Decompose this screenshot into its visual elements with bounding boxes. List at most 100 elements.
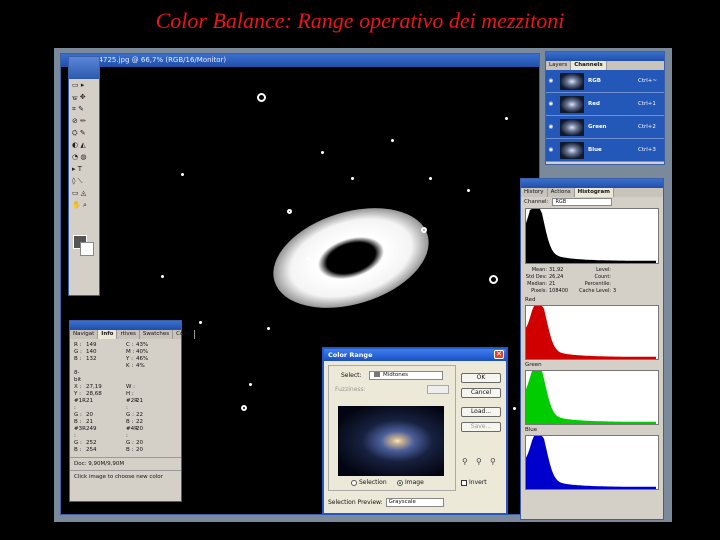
tab-layers[interactable]: Layers	[546, 61, 572, 70]
channel-row-blue[interactable]: ◉ Blue Ctrl+3	[546, 139, 664, 162]
eyedropper-plus-icon[interactable]: ⚲	[476, 457, 482, 466]
save-button[interactable]: Save...	[461, 422, 501, 432]
tab-histogram[interactable]: Histogram	[574, 188, 614, 197]
eye-icon[interactable]: ◉	[546, 147, 556, 153]
info-row: G : 140 M :40%	[74, 349, 177, 356]
eyedropper-minus-icon[interactable]: ⚲	[490, 457, 496, 466]
info-hint: Click image to choose new color	[70, 470, 181, 483]
info-cell: 20	[136, 447, 143, 453]
stat-k: Std Dev:	[525, 274, 547, 280]
info-row: K :4%	[74, 363, 177, 370]
tab-color[interactable]: Color	[173, 330, 195, 339]
toolbox-header[interactable]	[69, 57, 99, 79]
info-cell: B :	[126, 419, 134, 425]
tool-icon[interactable]: ▸ T	[72, 164, 82, 174]
tool-icon[interactable]: ⊘ ✏	[72, 116, 86, 126]
eye-icon[interactable]: ◉	[546, 124, 556, 130]
tool-row[interactable]: ▭ ▸	[69, 79, 99, 91]
ok-button[interactable]: OK	[461, 373, 501, 383]
tool-icon[interactable]: ⛭ ✎	[72, 128, 86, 138]
cancel-button[interactable]: Cancel	[461, 388, 501, 398]
tool-row[interactable]: ▸ T	[69, 163, 99, 175]
tool-icon[interactable]: ▭ ▸	[72, 80, 84, 90]
info-cell: 132	[86, 356, 97, 362]
select-label: Select:	[341, 372, 362, 379]
eyedropper-icon[interactable]: ⚲	[462, 457, 468, 466]
tab-navigator[interactable]: Navigat	[70, 330, 99, 339]
midtones-swatch-icon	[374, 372, 380, 377]
info-cell: 149	[86, 342, 97, 348]
tool-icon[interactable]: ◔ ◍	[72, 152, 86, 162]
channel-select[interactable]: RGB	[552, 198, 613, 206]
select-dropdown[interactable]: Midtones	[369, 371, 443, 380]
star	[307, 257, 310, 260]
tab-history[interactable]: History	[521, 188, 548, 197]
star-ring	[489, 275, 498, 284]
load-button[interactable]: Load...	[461, 407, 501, 417]
panel-titlebar[interactable]	[546, 52, 664, 61]
tab-actions[interactable]: Actions	[548, 188, 575, 197]
radio-image[interactable]: Image	[397, 479, 424, 486]
close-icon[interactable]: ✕	[494, 350, 504, 359]
panel-titlebar[interactable]	[521, 179, 663, 188]
info-cell: R :	[74, 342, 82, 348]
star	[161, 275, 164, 278]
color-range-dialog: Color Range ✕ Select: Midtones Fuzziness…	[322, 347, 508, 515]
invert-checkbox[interactable]: Invert	[461, 479, 487, 486]
star-ring	[287, 209, 292, 214]
info-cell: B :	[74, 356, 82, 362]
channel-row-red[interactable]: ◉ Red Ctrl+1	[546, 93, 664, 116]
info-cell: 8-bit	[74, 370, 82, 383]
info-row: B :21 B :22	[74, 419, 177, 426]
radio-selection[interactable]: Selection	[351, 479, 387, 486]
info-cell: G :	[126, 412, 134, 418]
info-cell: 40%	[136, 349, 149, 355]
tab-swatches[interactable]: Swatches	[140, 330, 174, 339]
stat-v: 31,92	[549, 267, 564, 273]
info-row: B : 132 Y :46%	[74, 356, 177, 363]
star	[513, 407, 516, 410]
tool-icon[interactable]: ✋ ⌕	[72, 200, 87, 210]
tool-row[interactable]: ▭ ◬	[69, 187, 99, 199]
tool-row[interactable]: ◊ ⟍	[69, 175, 99, 187]
info-cell: 22	[136, 419, 143, 425]
preview-select[interactable]: Grayscale	[385, 498, 444, 507]
tool-row[interactable]: ◔ ◍	[69, 151, 99, 163]
eye-icon[interactable]: ◉	[546, 101, 556, 107]
tool-row[interactable]: ⌗ ✎	[69, 103, 99, 115]
tool-icon[interactable]: ◊ ⟍	[72, 176, 83, 186]
tool-icon[interactable]: ◐ ◭	[72, 140, 86, 150]
channel-row-green[interactable]: ◉ Green Ctrl+2	[546, 116, 664, 139]
info-row: X : 27,19 W :	[74, 384, 177, 391]
tool-row[interactable]: ◐ ◭	[69, 139, 99, 151]
tool-icon[interactable]: ᚗ ✥	[72, 92, 86, 102]
info-cell: W :	[126, 384, 136, 390]
tab-info[interactable]: Info	[98, 330, 118, 339]
panel-titlebar[interactable]	[70, 321, 181, 330]
checkbox-icon	[461, 479, 467, 486]
tool-row[interactable]: ✋ ⌕	[69, 199, 99, 211]
histogram-green	[525, 370, 659, 425]
background-color-swatch[interactable]	[80, 242, 94, 256]
tool-icon[interactable]: ▭ ◬	[72, 188, 86, 198]
fuzziness-input	[427, 385, 449, 394]
tool-row[interactable]: ᚗ ✥	[69, 91, 99, 103]
channel-row-rgb[interactable]: ◉ RGB Ctrl+~	[546, 70, 664, 93]
stat-v: 26,24	[549, 274, 564, 280]
stat-k2: Cache Level:	[578, 288, 611, 294]
tab-channels[interactable]: Channels	[571, 61, 607, 70]
selection-preview-image[interactable]	[338, 406, 444, 476]
info-row: #3R :249 #4R :20	[74, 426, 177, 440]
tab-histogram-alt[interactable]: rtives	[117, 330, 140, 339]
tool-row[interactable]: ⛭ ✎	[69, 127, 99, 139]
stat-v: 21	[549, 281, 556, 287]
histogram-rgb	[525, 208, 659, 264]
tool-row[interactable]: ⊘ ✏	[69, 115, 99, 127]
eye-icon[interactable]: ◉	[546, 78, 556, 84]
channel-thumbnail	[560, 72, 584, 90]
info-cell: B :	[74, 419, 82, 425]
dialog-titlebar[interactable]: Color Range ✕	[324, 349, 506, 361]
info-row: B :254 B :20	[74, 447, 177, 454]
tool-icon[interactable]: ⌗ ✎	[72, 104, 84, 114]
document-title[interactable]: NGC4725.jpg @ 66,7% (RGB/16/Monitor)	[61, 54, 539, 67]
